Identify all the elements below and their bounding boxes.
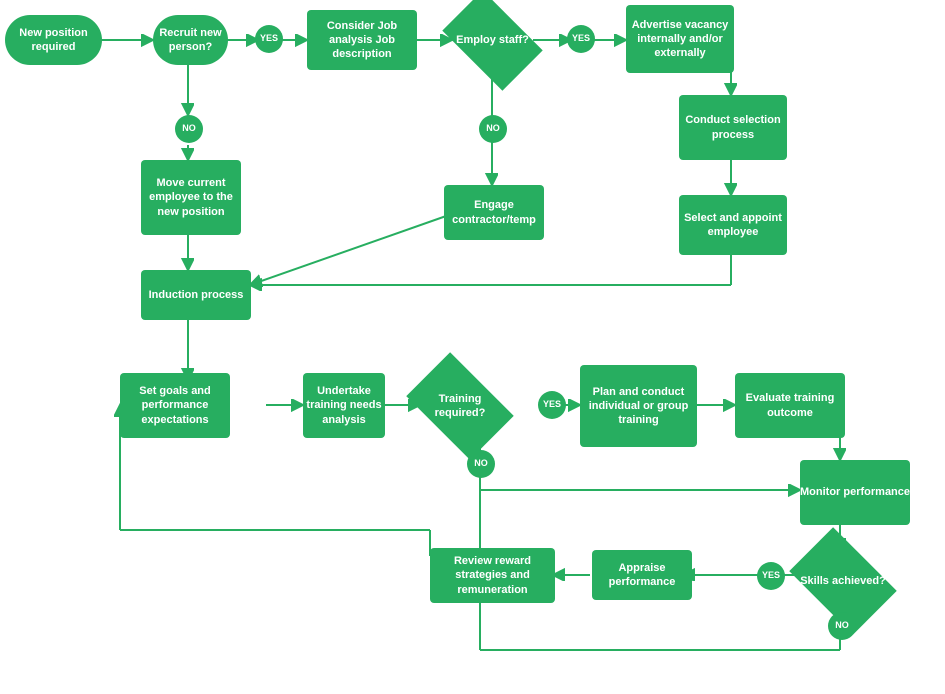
conduct-selection-node: Conduct selection process: [679, 95, 787, 160]
move-employee-node: Move current employee to the new positio…: [141, 160, 241, 235]
yes1-node: YES: [255, 25, 283, 53]
no2-node: NO: [479, 115, 507, 143]
yes3-node: YES: [538, 391, 566, 419]
set-goals-node: Set goals and performance expectations: [120, 373, 230, 438]
yes2-node: YES: [567, 25, 595, 53]
appraise-node: Appraise performance: [592, 550, 692, 600]
monitor-node: Monitor performance: [800, 460, 910, 525]
employ-node: Employ staff?: [450, 12, 535, 69]
evaluate-node: Evaluate training outcome: [735, 373, 845, 438]
undertake-node: Undertake training needs analysis: [303, 373, 385, 438]
new-position-node: New position required: [5, 15, 102, 65]
no1-node: NO: [175, 115, 203, 143]
engage-node: Engage contractor/temp: [444, 185, 544, 240]
skills-node: Skills achieved?: [798, 550, 888, 612]
no3-node: NO: [467, 450, 495, 478]
consider-node: Consider Job analysis Job description: [307, 10, 417, 70]
training-req-node: Training required?: [415, 375, 505, 437]
advertise-node: Advertise vacancy internally and/or exte…: [626, 5, 734, 73]
plan-conduct-node: Plan and conduct individual or group tra…: [580, 365, 697, 447]
select-appoint-node: Select and appoint employee: [679, 195, 787, 255]
flowchart: New position required Recruit new person…: [0, 0, 945, 694]
review-node: Review reward strategies and remuneratio…: [430, 548, 555, 603]
induction-node: Induction process: [141, 270, 251, 320]
no4-node: NO: [828, 612, 856, 640]
recruit-node: Recruit new person?: [153, 15, 228, 65]
yes4-node: YES: [757, 562, 785, 590]
